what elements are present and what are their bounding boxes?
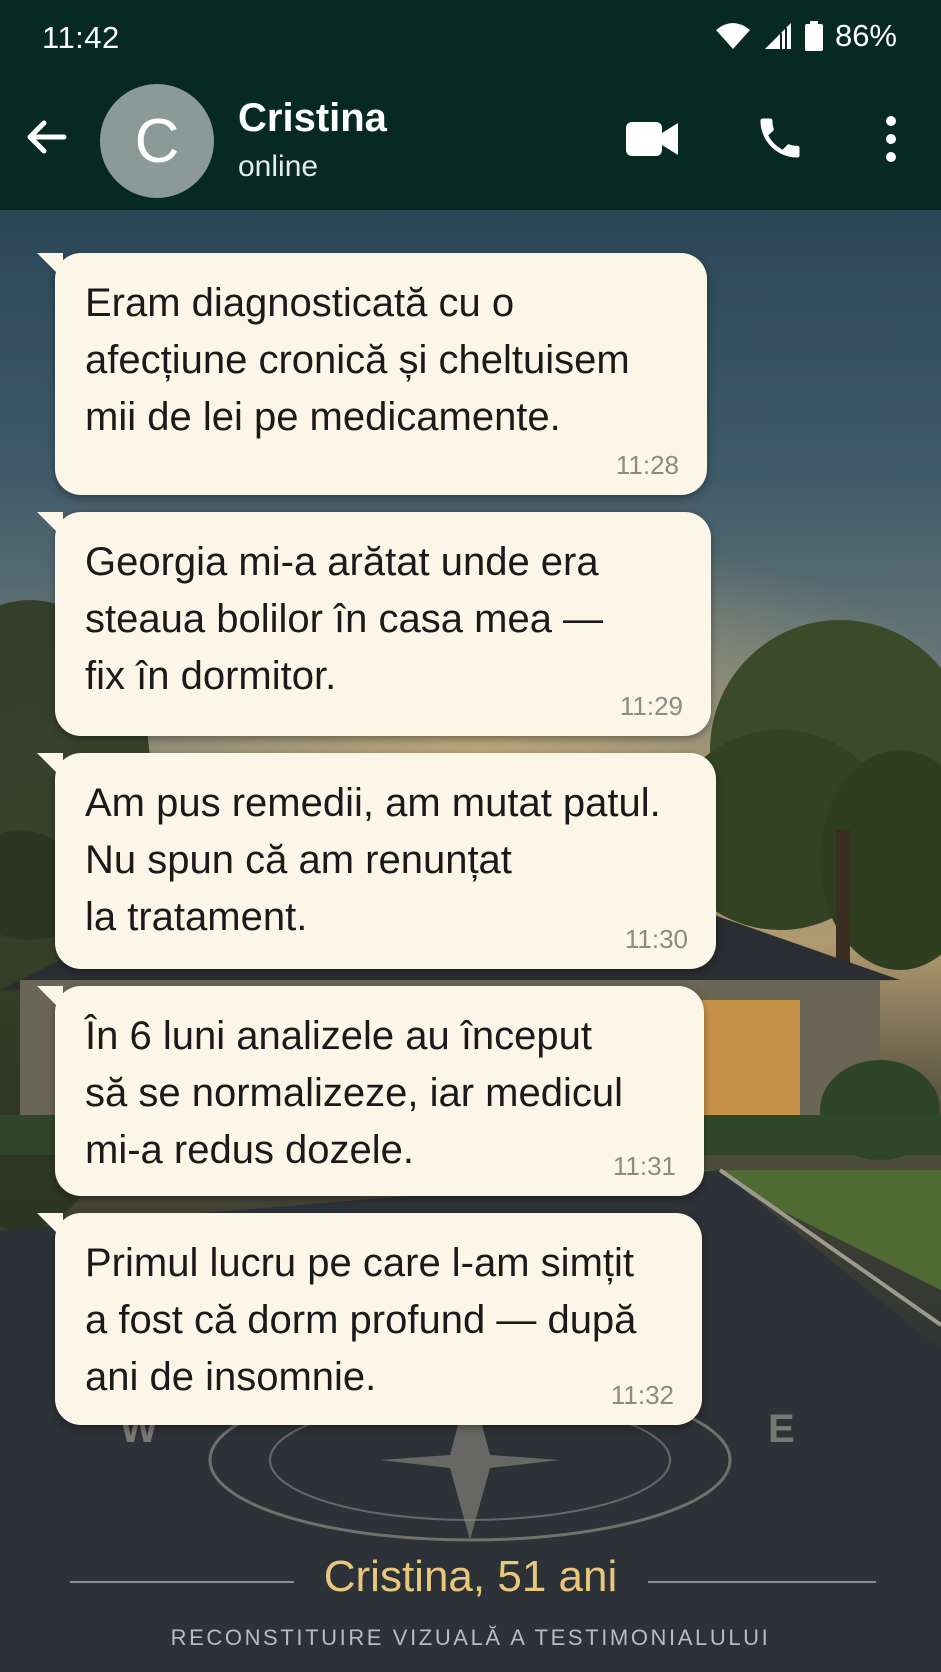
phone-call-icon[interactable] [754,112,806,164]
message-time: 11:29 [619,691,683,721]
status-time: 11:42 [42,20,120,55]
message-time: 11:31 [612,1151,676,1181]
message-text: Primul lucru pe care l-am simțit a fost … [85,1241,637,1399]
message-time: 11:30 [624,924,688,954]
testimonial-caption: RECONSTITUIRE VIZUALĂ A TESTIMONIALULUI [170,1625,771,1650]
back-arrow-icon[interactable] [22,112,72,162]
message-bubble[interactable]: Eram diagnosticată cu o afecțiune cronic… [37,253,707,495]
testimonial-name: Cristina, 51 ani [323,1552,618,1601]
message-time: 11:28 [615,450,679,480]
message-bubble[interactable]: Primul lucru pe care l-am simțit a fost … [37,1213,702,1425]
message-text: Eram diagnosticată cu o afecțiune cronic… [85,281,630,439]
battery-percent: 86% [834,18,897,53]
contact-status: online [238,150,319,183]
message-bubble[interactable]: În 6 luni analizele au început să se nor… [37,986,704,1196]
message-text: În 6 luni analizele au început să se nor… [85,1014,623,1172]
chat-header: C Cristina online [0,76,941,210]
message-text: Georgia mi-a arătat unde era steaua boli… [85,540,604,698]
compass-letter-e: E [768,1407,795,1451]
avatar[interactable]: C [100,84,214,198]
contact-name[interactable]: Cristina [238,96,387,141]
message-bubble[interactable]: Am pus remedii, am mutat patul. Nu spun … [37,753,716,969]
video-call-icon[interactable] [624,118,680,160]
status-icons: 86% [715,18,897,54]
battery-icon [804,21,823,51]
more-menu-icon[interactable] [874,114,908,164]
status-bar: 11:42 86% [0,0,941,76]
wifi-icon [715,23,750,49]
message-bubble[interactable]: Georgia mi-a arătat unde era steaua boli… [37,512,711,736]
signal-icon [764,23,791,49]
message-text: Am pus remedii, am mutat patul. Nu spun … [85,781,661,939]
message-time: 11:32 [610,1380,674,1410]
